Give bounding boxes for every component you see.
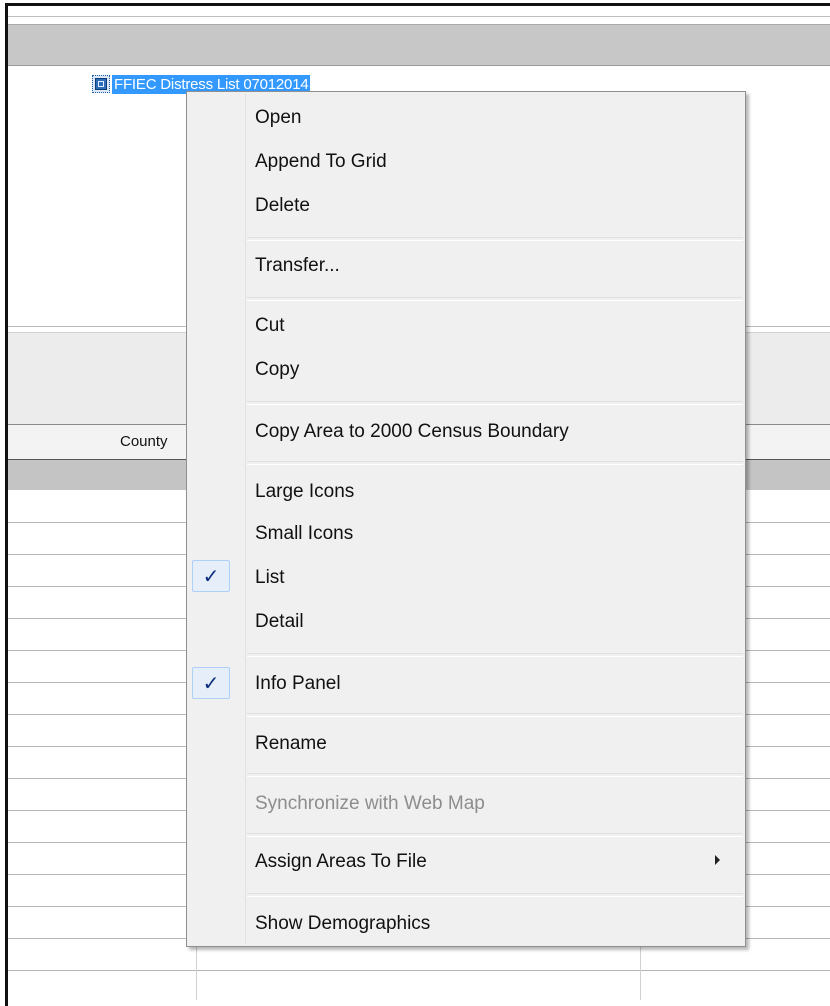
menu-separator bbox=[247, 297, 743, 301]
menu-separator bbox=[247, 653, 743, 657]
menu-item-transfer[interactable]: Transfer... bbox=[255, 254, 340, 278]
menu-item-synchronize-with-web-map: Synchronize with Web Map bbox=[255, 793, 485, 814]
list-header-bar bbox=[8, 24, 830, 66]
toolbar-divider bbox=[8, 16, 830, 17]
menu-item-copy-area-to-2000-census-boundary[interactable]: Copy Area to 2000 Census Boundary bbox=[255, 420, 569, 444]
menu-item-large-icons[interactable]: Large Icons bbox=[255, 480, 354, 504]
menu-item-show-demographics[interactable]: Show Demographics bbox=[255, 912, 430, 936]
menu-item-list[interactable]: List bbox=[255, 566, 285, 590]
menu-item-copy[interactable]: Copy bbox=[255, 358, 299, 382]
context-menu: Open Append To Grid Delete Transfer... C… bbox=[186, 91, 746, 947]
menu-separator bbox=[247, 893, 743, 897]
menu-gutter-divider bbox=[245, 94, 246, 944]
checkmark-icon: ✓ bbox=[192, 560, 230, 592]
menu-item-small-icons[interactable]: Small Icons bbox=[255, 522, 353, 546]
menu-separator bbox=[247, 773, 743, 777]
menu-item-cut[interactable]: Cut bbox=[255, 314, 285, 338]
menu-item-detail[interactable]: Detail bbox=[255, 610, 304, 634]
menu-item-delete[interactable]: Delete bbox=[255, 194, 310, 218]
menu-separator bbox=[247, 461, 743, 465]
menu-item-append-to-grid[interactable]: Append To Grid bbox=[255, 150, 387, 174]
menu-item-info-panel[interactable]: Info Panel bbox=[255, 672, 341, 696]
menu-separator bbox=[247, 237, 743, 241]
table-row-divider bbox=[8, 970, 830, 971]
column-header-county[interactable]: County bbox=[120, 433, 168, 450]
checkmark-icon: ✓ bbox=[192, 667, 230, 699]
submenu-arrow-icon bbox=[715, 855, 720, 865]
menu-item-open[interactable]: Open bbox=[255, 106, 301, 130]
file-icon bbox=[92, 75, 110, 93]
menu-item-assign-areas-to-file[interactable]: Assign Areas To File bbox=[255, 850, 427, 874]
menu-item-rename[interactable]: Rename bbox=[255, 732, 327, 756]
menu-separator bbox=[247, 401, 743, 405]
menu-separator bbox=[247, 713, 743, 717]
menu-separator bbox=[247, 833, 743, 837]
